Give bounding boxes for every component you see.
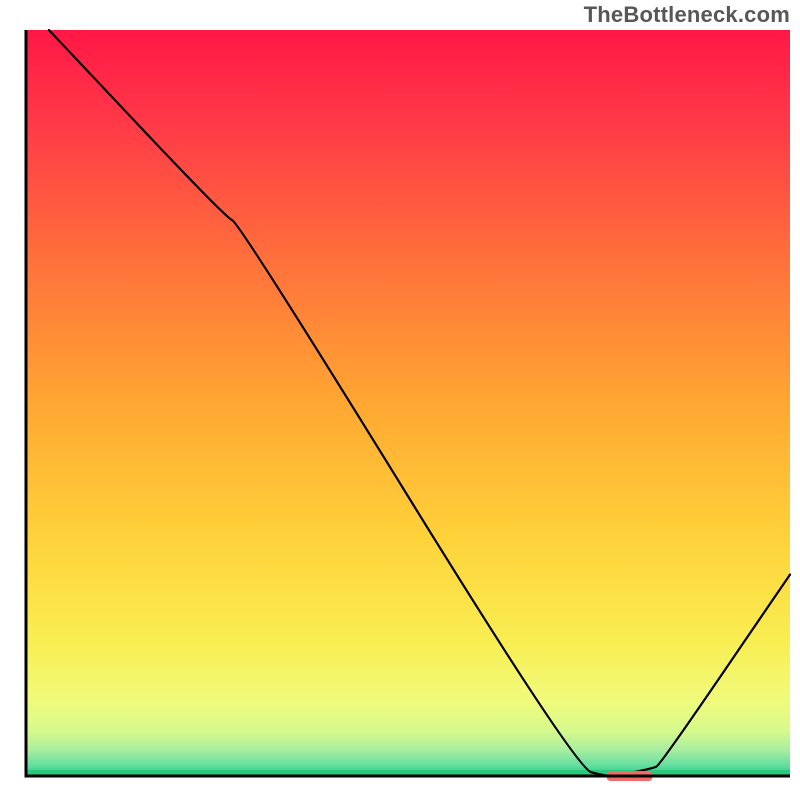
chart-svg xyxy=(0,0,800,800)
plot-background xyxy=(26,30,790,776)
bottleneck-chart: TheBottleneck.com xyxy=(0,0,800,800)
watermark-text: TheBottleneck.com xyxy=(584,2,790,28)
